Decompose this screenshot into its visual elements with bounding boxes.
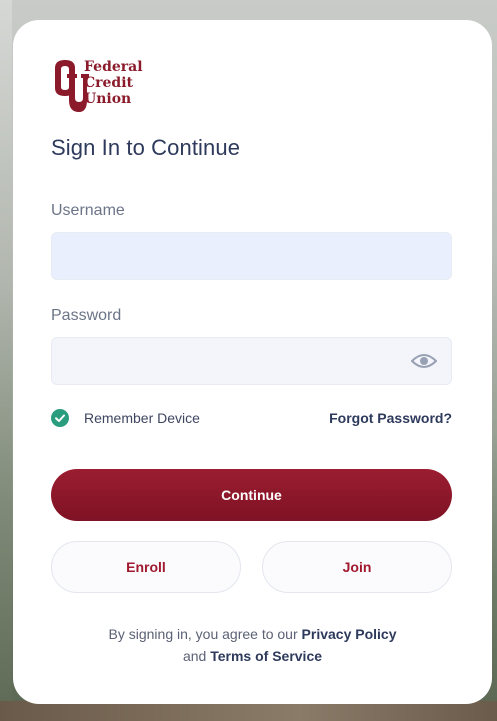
username-input[interactable] (51, 232, 452, 280)
remember-device-label[interactable]: Remember Device (84, 410, 200, 426)
eye-icon[interactable] (411, 352, 437, 370)
brand-line-2: Credit (84, 75, 133, 91)
legal-and: and (182, 648, 207, 664)
username-label: Username (51, 202, 125, 219)
continue-button[interactable]: Continue (51, 469, 452, 521)
enroll-button[interactable]: Enroll (51, 541, 241, 593)
legal-prefix: By signing in, you agree to our (108, 626, 298, 642)
legal-line-2: and Terms of Service (13, 648, 492, 664)
page-title: Sign In to Continue (51, 135, 241, 160)
brand-wordmark: Federal Credit Union (84, 59, 143, 107)
background-bottom (0, 701, 497, 721)
password-input[interactable] (51, 337, 452, 385)
brand-line-1: Federal (84, 59, 143, 75)
brand-logo: Federal Credit Union (51, 58, 161, 118)
privacy-policy-link[interactable]: Privacy Policy (302, 626, 397, 642)
legal-line-1: By signing in, you agree to our Privacy … (13, 626, 492, 642)
join-button[interactable]: Join (262, 541, 452, 593)
login-card: Federal Credit Union Sign In to Continue… (13, 20, 492, 704)
password-label: Password (51, 307, 122, 324)
check-circle-icon[interactable] (51, 409, 69, 427)
terms-of-service-link[interactable]: Terms of Service (210, 648, 322, 664)
background-edge (0, 0, 12, 721)
forgot-password-link[interactable]: Forgot Password? (329, 410, 452, 426)
brand-line-3: Union (84, 91, 132, 107)
